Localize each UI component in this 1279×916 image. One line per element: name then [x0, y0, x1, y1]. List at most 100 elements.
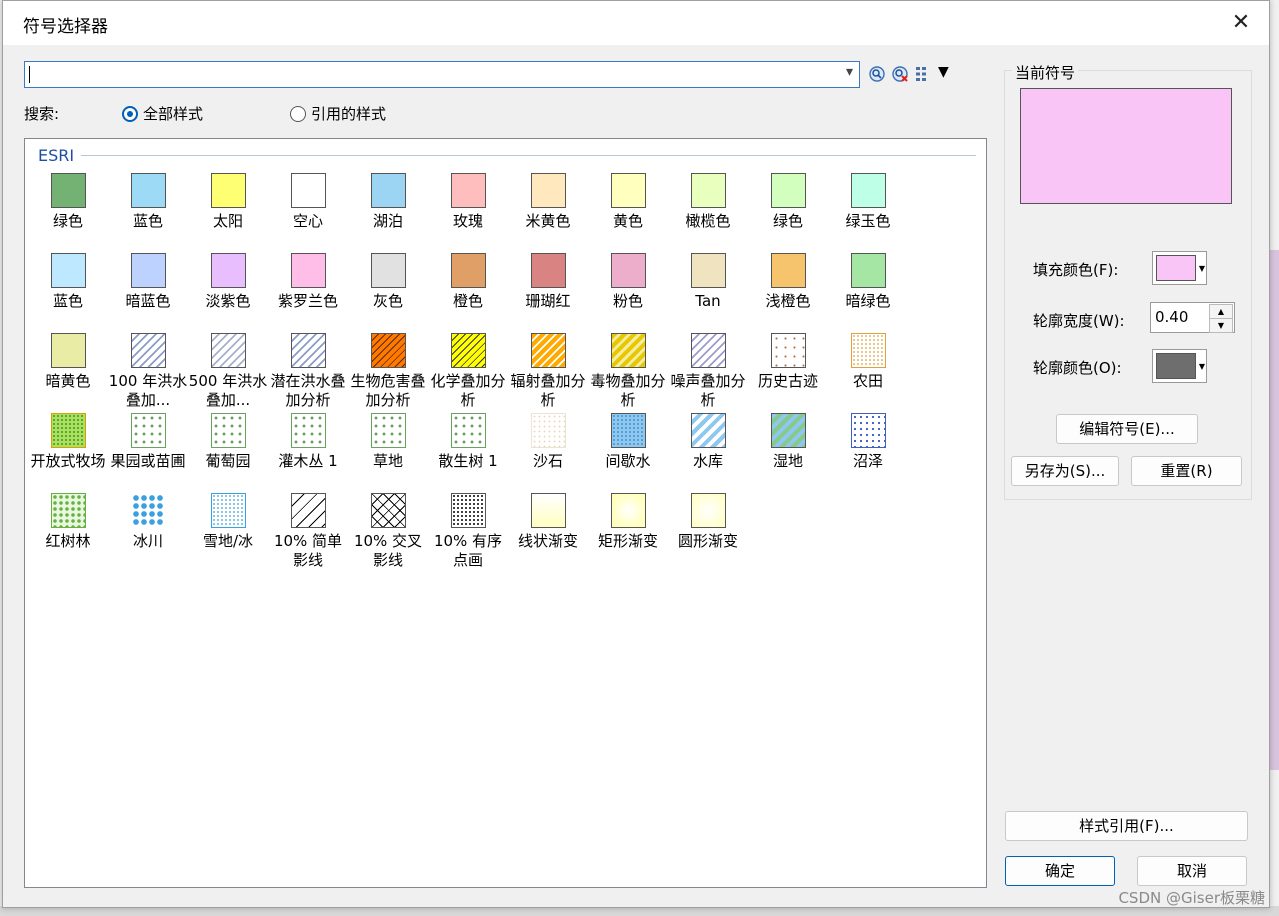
symbol-item[interactable]: 水库	[668, 413, 748, 471]
spin-up-icon[interactable]: ▲	[1209, 304, 1233, 319]
symbol-search-combobox[interactable]: ▾	[24, 61, 860, 88]
symbol-item[interactable]: 空心	[268, 173, 348, 231]
symbol-item[interactable]: 灌木丛 1	[268, 413, 348, 471]
symbol-swatch	[530, 493, 566, 528]
symbol-item[interactable]: 黄色	[588, 173, 668, 231]
watermark-text: CSDN @Giser板栗糖	[1118, 889, 1265, 907]
save-as-button[interactable]: 另存为(S)...	[1011, 456, 1119, 486]
symbol-item[interactable]: 暗绿色	[828, 253, 908, 311]
view-menu-arrow-icon[interactable]: ▼	[938, 64, 949, 80]
symbol-label: 圆形渐变	[677, 532, 738, 550]
symbol-item[interactable]: 辐射叠加分析	[508, 333, 588, 410]
symbol-item[interactable]: 历史古迹	[748, 333, 828, 391]
symbol-item[interactable]: 雪地/冰	[188, 493, 268, 551]
symbol-label: 开放式牧场	[30, 452, 106, 470]
symbol-item[interactable]: 毒物叠加分析	[588, 333, 668, 410]
symbol-item[interactable]: 500 年洪水叠加...	[188, 333, 268, 410]
search-icon[interactable]	[868, 65, 886, 83]
symbol-item[interactable]: 粉色	[588, 253, 668, 311]
symbol-label: 10% 有序点画	[433, 532, 503, 569]
symbol-swatch	[850, 413, 886, 448]
symbol-item[interactable]: 噪声叠加分析	[668, 333, 748, 410]
symbol-label: 灌木丛 1	[278, 452, 338, 470]
symbol-item[interactable]: 散生树 1	[428, 413, 508, 471]
symbol-label: 历史古迹	[757, 372, 818, 390]
symbol-item[interactable]: 间歇水	[588, 413, 668, 471]
symbol-label: 红树林	[45, 532, 91, 550]
symbol-swatch	[50, 253, 86, 288]
symbol-item[interactable]: 冰川	[108, 493, 188, 551]
symbol-item[interactable]: 矩形渐变	[588, 493, 668, 551]
style-references-button[interactable]: 样式引用(F)...	[1005, 811, 1248, 841]
symbol-item[interactable]: 红树林	[28, 493, 108, 551]
symbol-item[interactable]: 绿玉色	[828, 173, 908, 231]
symbol-item[interactable]: 果园或苗圃	[108, 413, 188, 471]
symbol-item[interactable]: 绿色	[748, 173, 828, 231]
symbol-item[interactable]: 线状渐变	[508, 493, 588, 551]
outline-color-picker[interactable]: ▼	[1152, 349, 1207, 383]
symbol-item[interactable]: 橄榄色	[668, 173, 748, 231]
symbol-item[interactable]: 10% 简单影线	[268, 493, 348, 570]
symbol-item[interactable]: 潜在洪水叠加分析	[268, 333, 348, 410]
symbol-item[interactable]: 灰色	[348, 253, 428, 311]
symbol-item[interactable]: 紫罗兰色	[268, 253, 348, 311]
symbol-swatch	[50, 413, 86, 448]
symbol-item[interactable]: 珊瑚红	[508, 253, 588, 311]
outline-width-spinner[interactable]: 0.40 ▲ ▼	[1150, 302, 1235, 333]
symbol-item[interactable]: 10% 有序点画	[428, 493, 508, 570]
radio-all-styles[interactable]: 全部样式	[122, 103, 203, 124]
symbol-label: 湿地	[772, 452, 803, 470]
ok-button[interactable]: 确定	[1005, 856, 1115, 886]
symbol-item[interactable]: 太阳	[188, 173, 268, 231]
chevron-down-icon[interactable]: ▾	[846, 64, 853, 80]
symbol-item[interactable]: 生物危害叠加分析	[348, 333, 428, 410]
spin-down-icon[interactable]: ▼	[1209, 318, 1233, 333]
symbol-label: 浅橙色	[765, 292, 811, 310]
symbol-label: 灰色	[372, 292, 403, 310]
symbol-item[interactable]: 淡紫色	[188, 253, 268, 311]
symbol-item[interactable]: 米黄色	[508, 173, 588, 231]
close-icon[interactable]: ✕	[1223, 7, 1259, 39]
symbol-item[interactable]: 绿色	[28, 173, 108, 231]
symbol-item[interactable]: 橙色	[428, 253, 508, 311]
symbol-item[interactable]: 浅橙色	[748, 253, 828, 311]
symbol-item[interactable]: 沼泽	[828, 413, 908, 471]
symbol-item[interactable]: 10% 交叉影线	[348, 493, 428, 570]
symbol-swatch	[290, 493, 326, 528]
cancel-button[interactable]: 取消	[1137, 856, 1247, 886]
symbol-item[interactable]: 农田	[828, 333, 908, 391]
symbol-swatch	[530, 413, 566, 448]
radio-referenced-styles[interactable]: 引用的样式	[290, 103, 386, 124]
symbol-item[interactable]: 暗蓝色	[108, 253, 188, 311]
symbol-swatch	[290, 333, 326, 368]
symbol-label: 辐射叠加分析	[510, 372, 586, 409]
symbol-item[interactable]: 蓝色	[108, 173, 188, 231]
symbol-label: 矩形渐变	[597, 532, 658, 550]
symbol-item[interactable]: 玫瑰	[428, 173, 508, 231]
symbol-swatch	[690, 493, 726, 528]
symbol-item[interactable]: Tan	[668, 253, 748, 311]
symbol-item[interactable]: 暗黄色	[28, 333, 108, 391]
symbol-swatch	[370, 493, 406, 528]
fill-color-picker[interactable]: ▼	[1152, 251, 1207, 285]
symbol-label: 黄色	[612, 212, 643, 230]
symbol-item[interactable]: 圆形渐变	[668, 493, 748, 551]
symbol-gallery[interactable]: ESRI 绿色 蓝色 太阳 空心 湖泊 玫瑰 米黄色 黄色 橄榄色 绿色 绿玉色 蓝色 暗蓝色 淡紫色 紫罗…	[24, 138, 987, 888]
reset-button[interactable]: 重置(R)	[1131, 456, 1242, 486]
symbol-item[interactable]: 蓝色	[28, 253, 108, 311]
view-options-icon[interactable]	[915, 65, 933, 83]
symbol-item[interactable]: 化学叠加分析	[428, 333, 508, 410]
clear-search-icon[interactable]	[891, 65, 909, 83]
outline-width-value[interactable]: 0.40	[1155, 308, 1188, 326]
fill-color-label: 填充颜色(F):	[1033, 261, 1119, 279]
symbol-item[interactable]: 湖泊	[348, 173, 428, 231]
symbol-swatch	[770, 173, 806, 208]
symbol-item[interactable]: 湿地	[748, 413, 828, 471]
symbol-swatch	[450, 253, 486, 288]
symbol-item[interactable]: 开放式牧场	[28, 413, 108, 471]
symbol-item[interactable]: 100 年洪水叠加...	[108, 333, 188, 410]
symbol-item[interactable]: 草地	[348, 413, 428, 471]
symbol-item[interactable]: 沙石	[508, 413, 588, 471]
edit-symbol-button[interactable]: 编辑符号(E)...	[1056, 414, 1198, 444]
symbol-item[interactable]: 葡萄园	[188, 413, 268, 471]
